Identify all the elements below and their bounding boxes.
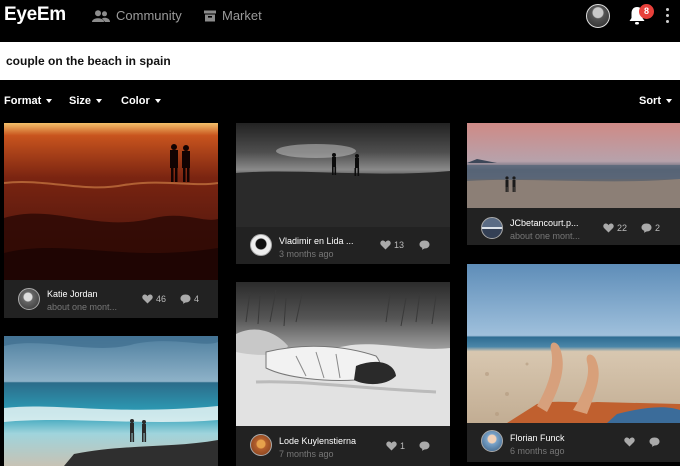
like-count: 13 (394, 240, 405, 250)
filter-size-label: Size (69, 95, 92, 107)
like-button[interactable] (624, 437, 638, 447)
photo (4, 336, 218, 466)
heart-icon (386, 441, 397, 451)
avatar[interactable] (481, 430, 503, 452)
heart-icon (380, 240, 391, 250)
photo-card[interactable]: Lode Kuylenstierna 7 months ago 1 (236, 282, 450, 466)
sort-dropdown[interactable]: Sort (639, 95, 672, 107)
nav-market-label: Market (222, 8, 262, 23)
timestamp: about one mont... (510, 231, 581, 241)
comment-icon (419, 441, 430, 451)
like-count: 46 (156, 294, 167, 304)
chevron-down-icon (96, 99, 103, 103)
card-meta: Vladimir en Lida ... 3 months ago 13 (236, 227, 450, 264)
search-input[interactable] (0, 42, 680, 80)
filter-color-label: Color (121, 95, 150, 107)
photo (467, 123, 680, 208)
comment-count: 2 (655, 223, 661, 233)
chevron-down-icon (154, 99, 161, 103)
like-button[interactable]: 22 (603, 223, 627, 233)
chevron-down-icon (666, 99, 672, 103)
photo-card[interactable]: Vladimir en Lida ... 3 months ago 13 (236, 123, 450, 264)
comment-button[interactable] (649, 437, 663, 447)
username[interactable]: Lode Kuylenstierna (279, 436, 356, 446)
heart-icon (624, 437, 635, 447)
avatar[interactable] (250, 234, 272, 256)
search-bar (0, 42, 680, 80)
filter-format-label: Format (4, 95, 42, 107)
notification-count-badge: 8 (639, 4, 654, 19)
photo-card[interactable]: JCbetancourt.p... about one mont... 22 2 (467, 123, 680, 245)
avatar[interactable] (250, 434, 272, 456)
market-icon (204, 10, 216, 21)
nav-market[interactable]: Market (204, 8, 262, 23)
timestamp: about one mont... (47, 302, 118, 312)
timestamp: 3 months ago (279, 249, 334, 259)
photo-card[interactable] (4, 336, 218, 466)
username[interactable]: Vladimir en Lida ... (279, 236, 354, 246)
like-count: 22 (617, 223, 628, 233)
filter-bar: Format Size Color Sort (0, 90, 680, 112)
heart-icon (142, 294, 153, 304)
comment-icon (419, 240, 430, 250)
filter-size[interactable]: Size (69, 95, 103, 107)
comment-count: 4 (194, 294, 200, 304)
comment-button[interactable]: 4 (180, 294, 199, 304)
photo-card[interactable]: Katie Jordan about one mont... 46 4 (4, 123, 218, 318)
sort-label: Sort (639, 95, 661, 107)
comment-icon (649, 437, 660, 447)
photo (236, 123, 450, 227)
comment-button[interactable] (419, 441, 433, 451)
comment-icon (180, 294, 191, 304)
top-bar: EyeEm Community Market 8 (0, 0, 680, 32)
comment-button[interactable] (419, 240, 433, 250)
card-meta: JCbetancourt.p... about one mont... 22 2 (467, 208, 680, 245)
nav-community-label: Community (116, 8, 182, 23)
photo (236, 282, 450, 426)
card-meta: Florian Funck 6 months ago (467, 423, 680, 462)
card-meta: Katie Jordan about one mont... 46 4 (4, 280, 218, 318)
avatar[interactable] (18, 288, 40, 310)
filter-format[interactable]: Format (4, 95, 53, 107)
nav-community[interactable]: Community (92, 8, 182, 23)
filter-color[interactable]: Color (121, 95, 161, 107)
comment-icon (641, 223, 652, 233)
timestamp: 7 months ago (279, 449, 334, 459)
logo[interactable]: EyeEm (4, 4, 66, 26)
heart-icon (603, 223, 614, 233)
timestamp: 6 months ago (510, 446, 565, 456)
username[interactable]: Florian Funck (510, 433, 565, 443)
user-avatar[interactable] (586, 4, 610, 28)
like-button[interactable]: 46 (142, 294, 166, 304)
comment-button[interactable]: 2 (641, 223, 660, 233)
more-vertical-icon[interactable] (664, 8, 670, 23)
photo (467, 264, 680, 423)
like-count: 1 (400, 441, 406, 451)
username[interactable]: JCbetancourt.p... (510, 218, 579, 228)
photo (4, 123, 218, 280)
username[interactable]: Katie Jordan (47, 289, 98, 299)
photo-card[interactable]: Florian Funck 6 months ago (467, 264, 680, 462)
chevron-down-icon (46, 99, 53, 103)
avatar[interactable] (481, 217, 503, 239)
community-icon (92, 9, 110, 22)
card-meta: Lode Kuylenstierna 7 months ago 1 (236, 426, 450, 466)
like-button[interactable]: 1 (386, 441, 405, 451)
like-button[interactable]: 13 (380, 240, 404, 250)
